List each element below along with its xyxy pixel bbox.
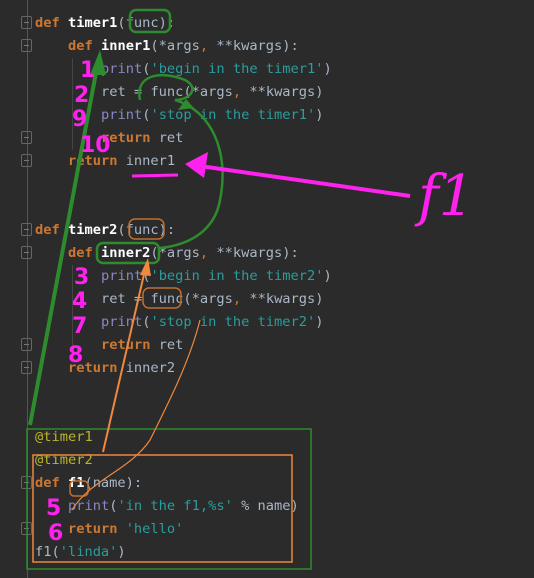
orange-circle-func [142, 287, 182, 309]
step-number: 3 [74, 265, 89, 290]
orange-box-annotation [32, 454, 293, 563]
green-arrow [28, 61, 100, 426]
magenta-underline [131, 173, 179, 178]
orange-arrow [102, 269, 146, 453]
step-number: 6 [48, 521, 63, 546]
green-circle-func [128, 8, 172, 34]
step-number: 2 [74, 83, 89, 108]
green-box-annotation [26, 428, 312, 570]
magenta-arrow [199, 164, 411, 198]
green-curve-arrow [138, 73, 224, 250]
green-circle-inner2 [95, 241, 161, 265]
step-number: 9 [72, 107, 87, 132]
magenta-arrowhead [185, 152, 208, 178]
step-number: 5 [46, 496, 61, 521]
step-number: 7 [72, 314, 87, 339]
orange-arrowhead [140, 258, 151, 276]
annotation-layer: f1 1 2 9 10 3 4 7 8 5 6 [26, 8, 474, 570]
handwritten-f1-label: f1 [414, 164, 474, 229]
step-number: 1 [80, 58, 95, 83]
orange-circle-func [128, 218, 165, 240]
orange-curve [71, 319, 201, 511]
step-number: 10 [80, 133, 111, 158]
step-number: 4 [72, 289, 87, 314]
step-number: 8 [68, 343, 83, 368]
